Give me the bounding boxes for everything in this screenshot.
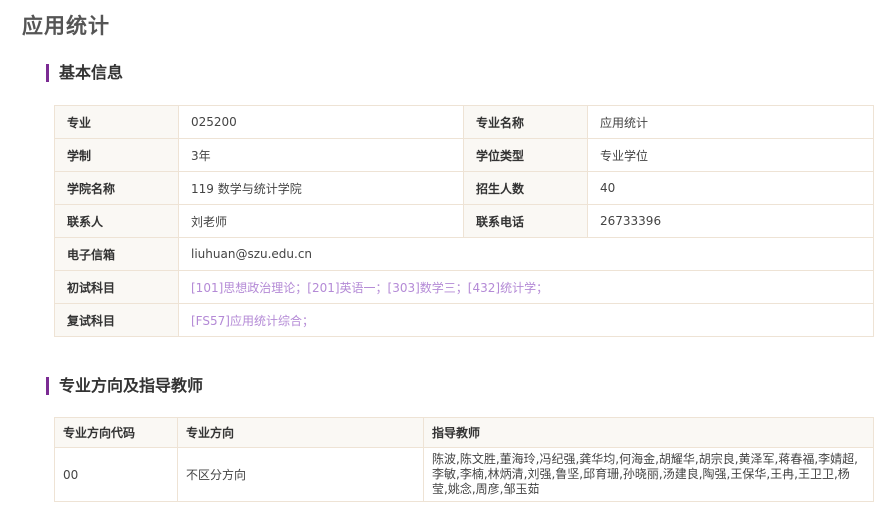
basic-info-table: 专业 025200 专业名称 应用统计 学制 3年 学位类型 专业学位 学院名称… xyxy=(54,105,874,337)
label-degree-type: 学位类型 xyxy=(463,138,588,172)
table-row: 联系人 刘老师 联系电话 26733396 xyxy=(54,204,874,238)
section-title-directions: 专业方向及指导教师 xyxy=(46,377,203,395)
table-row: 复试科目 [FS57]应用统计综合； xyxy=(54,303,874,337)
label-email: 电子信箱 xyxy=(54,237,179,271)
value-duration: 3年 xyxy=(178,138,464,172)
initial-exam-link[interactable]: [101]思想政治理论；[201]英语一；[303]数学三；[432]统计学； xyxy=(178,270,874,304)
value-phone: 26733396 xyxy=(587,204,874,238)
label-enrollment: 招生人数 xyxy=(463,171,588,205)
label-major-code: 专业 xyxy=(54,105,179,139)
table-row: 学院名称 119 数学与统计学院 招生人数 40 xyxy=(54,171,874,205)
header-direction: 专业方向 xyxy=(177,417,424,448)
label-college: 学院名称 xyxy=(54,171,179,205)
label-initial-exam: 初试科目 xyxy=(54,270,179,304)
advisor-list: 陈波,陈文胜,董海玲,冯纪强,龚华均,何海金,胡耀华,胡宗良,黄泽军,蒋春福,李… xyxy=(423,447,874,502)
table-row: 初试科目 [101]思想政治理论；[201]英语一；[303]数学三；[432]… xyxy=(54,270,874,304)
header-direction-code: 专业方向代码 xyxy=(54,417,178,448)
table-header-row: 专业方向代码 专业方向 指导教师 xyxy=(54,417,874,448)
table-row: 专业 025200 专业名称 应用统计 xyxy=(54,105,874,139)
value-major-name: 应用统计 xyxy=(587,105,874,139)
value-enrollment: 40 xyxy=(587,171,874,205)
value-degree-type: 专业学位 xyxy=(587,138,874,172)
direction-name: 不区分方向 xyxy=(177,447,424,502)
label-duration: 学制 xyxy=(54,138,179,172)
label-contact: 联系人 xyxy=(54,204,179,238)
label-phone: 联系电话 xyxy=(463,204,588,238)
table-row: 00 不区分方向 陈波,陈文胜,董海玲,冯纪强,龚华均,何海金,胡耀华,胡宗良,… xyxy=(54,447,874,502)
retest-exam-link[interactable]: [FS57]应用统计综合； xyxy=(178,303,874,337)
value-contact: 刘老师 xyxy=(178,204,464,238)
header-advisors: 指导教师 xyxy=(423,417,874,448)
page: 应用统计 基本信息 专业 025200 专业名称 应用统计 学制 3年 学位类型… xyxy=(0,0,891,510)
label-retest-exam: 复试科目 xyxy=(54,303,179,337)
section-title-basic-info: 基本信息 xyxy=(46,64,123,82)
table-row: 学制 3年 学位类型 专业学位 xyxy=(54,138,874,172)
value-major-code: 025200 xyxy=(178,105,464,139)
value-email: liuhuan@szu.edu.cn xyxy=(178,237,874,271)
directions-table: 专业方向代码 专业方向 指导教师 00 不区分方向 陈波,陈文胜,董海玲,冯纪强… xyxy=(54,417,874,502)
direction-code: 00 xyxy=(54,447,178,502)
label-major-name: 专业名称 xyxy=(463,105,588,139)
page-title: 应用统计 xyxy=(22,14,110,38)
table-row: 电子信箱 liuhuan@szu.edu.cn xyxy=(54,237,874,271)
value-college: 119 数学与统计学院 xyxy=(178,171,464,205)
